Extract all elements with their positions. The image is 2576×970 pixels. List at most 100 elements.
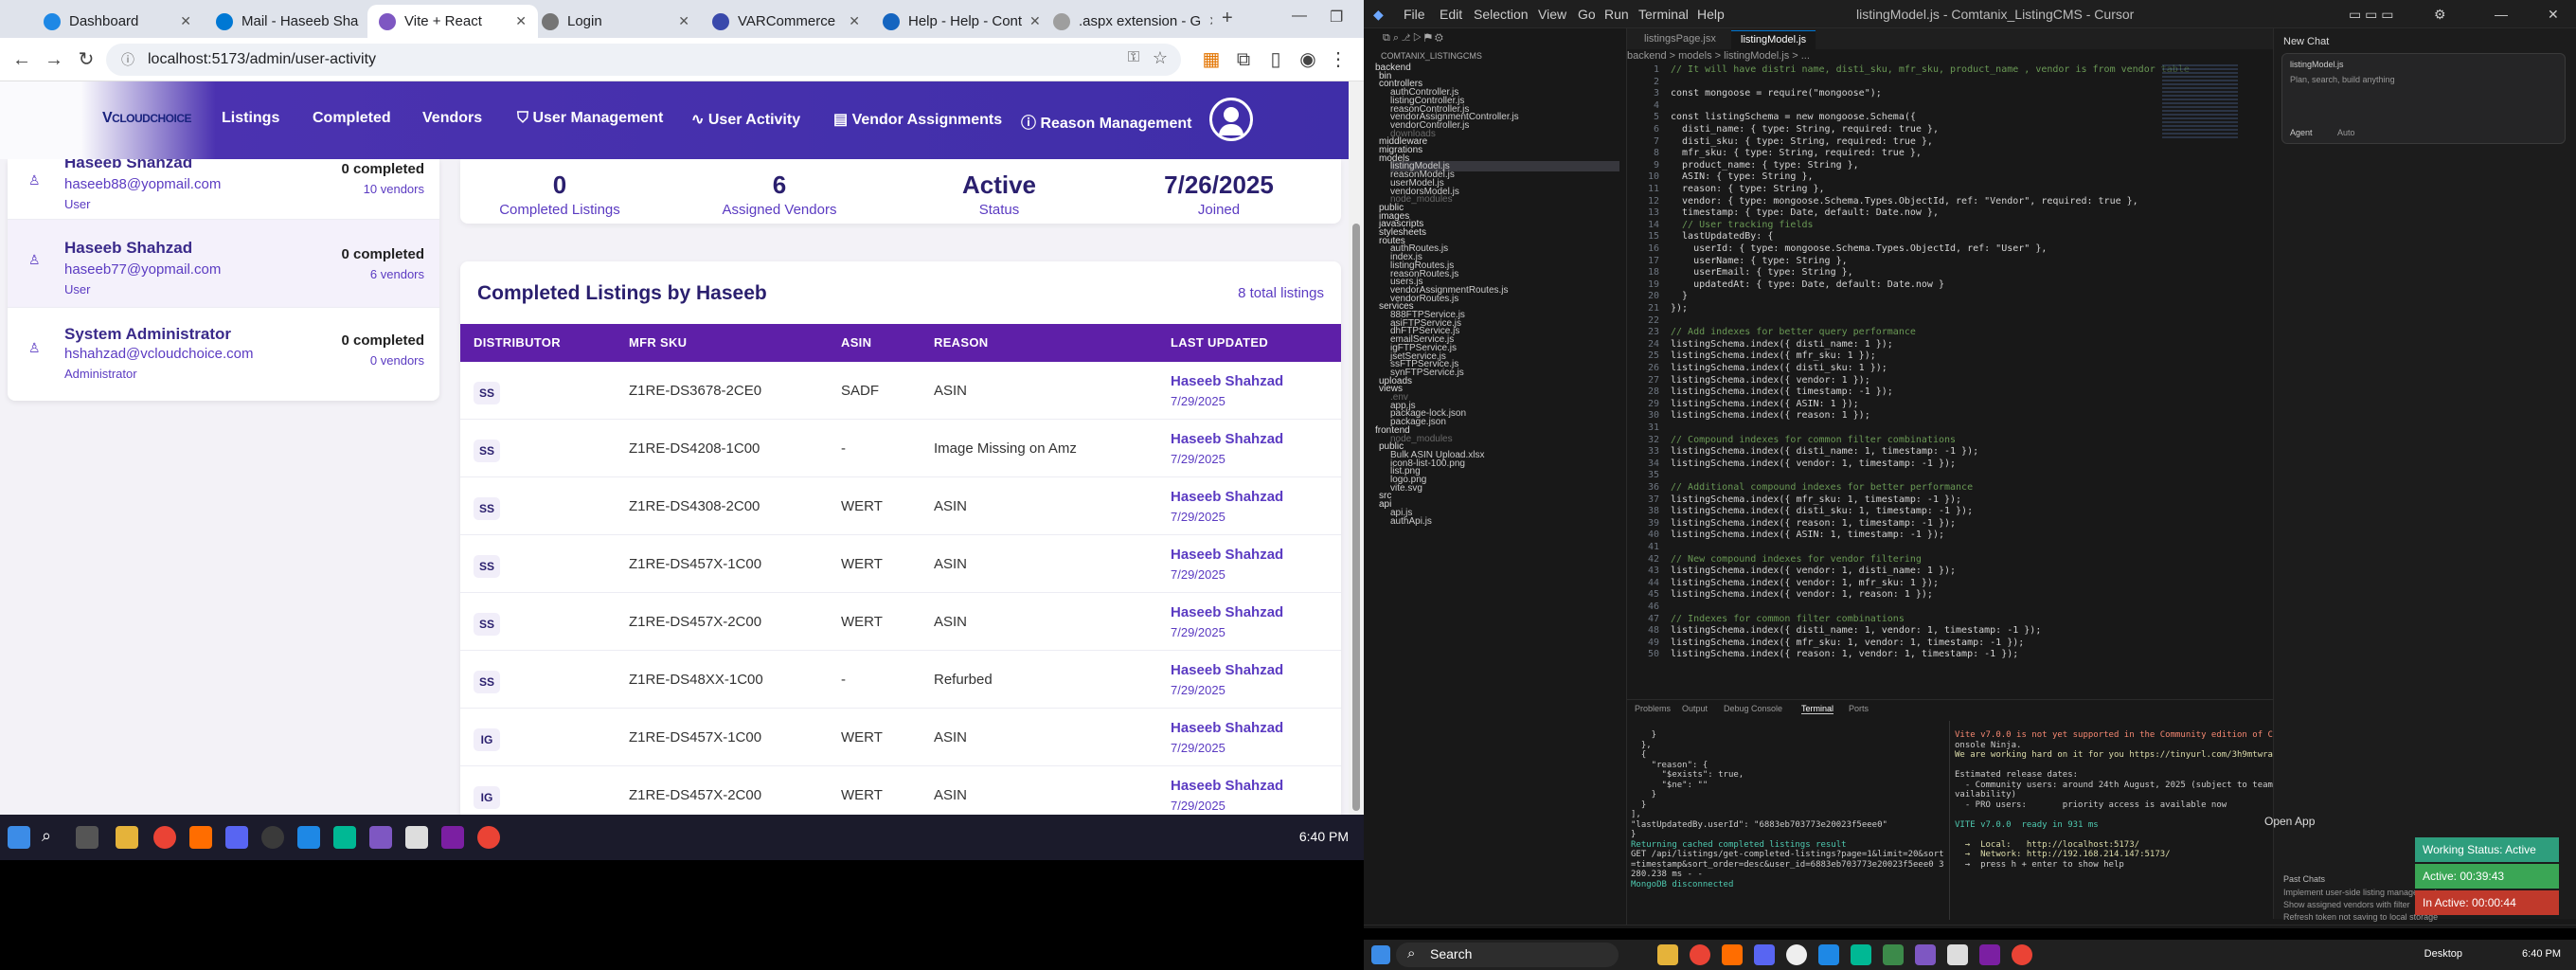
status-item[interactable]: Haseeb, 5 days ago <box>1610 927 1677 928</box>
close-tab-icon[interactable]: ✕ <box>508 13 527 29</box>
status-item[interactable]: Background Agents <box>1371 927 1437 928</box>
back-icon[interactable]: ← <box>8 45 36 74</box>
code-editor[interactable]: 1 // It will have distri name, disti_sku,… <box>1627 64 2233 697</box>
updated-by-link[interactable]: Haseeb Shahzad <box>1171 489 1283 505</box>
updated-by-link[interactable]: Haseeb Shahzad <box>1171 604 1283 620</box>
menu-file[interactable]: File <box>1404 7 1425 22</box>
nav-user-management[interactable]: ⛉ User Management <box>517 110 663 127</box>
panel-tab-ports[interactable]: Ports <box>1849 704 1869 713</box>
address-bar[interactable]: ⓘ localhost:5173/admin/user-activity ⚿ ☆ <box>106 44 1181 76</box>
status-item[interactable]: Spaces: 2 <box>1818 927 1852 928</box>
reload-icon[interactable]: ↻ <box>72 45 100 74</box>
chrome-icon[interactable] <box>153 826 176 849</box>
browser-tab[interactable]: .aspx extension - G✕ <box>1042 5 1212 38</box>
status-item[interactable]: {} JavaScript <box>1941 927 1984 928</box>
github-icon[interactable] <box>1786 944 1807 965</box>
table-row[interactable]: SS Z1RE-DS457X-1C00 WERT ASIN Haseeb Shahzad… <box>460 535 1341 593</box>
password-key-icon[interactable]: ⚿ <box>1128 49 1139 66</box>
table-row[interactable]: SS Z1RE-DS457X-2C00 WERT ASIN Haseeb Shahzad… <box>460 593 1341 651</box>
editor-tab[interactable]: listingsPage.jsx <box>1635 30 1726 49</box>
close-tab-icon[interactable]: ✕ <box>671 13 689 29</box>
restore-icon[interactable]: ❐ <box>1330 8 1343 27</box>
file-explorer-icon[interactable] <box>1657 944 1678 965</box>
github-icon[interactable] <box>261 826 284 849</box>
cursor-app-icon[interactable] <box>405 826 428 849</box>
column-header[interactable]: MFR SKU <box>629 335 687 350</box>
table-row[interactable]: IG Z1RE-DS457X-1C00 WERT ASIN Haseeb Shahzad… <box>460 709 1341 766</box>
user-avatar-button[interactable] <box>1209 98 1253 141</box>
close-tab-icon[interactable]: ✕ <box>1022 13 1041 29</box>
close-icon[interactable]: ✕ <box>2548 7 2559 23</box>
close-tab-icon[interactable]: ✕ <box>172 13 191 29</box>
layout-icon[interactable]: ▭ ▭ ▭ <box>2349 7 2393 23</box>
open-app-button[interactable]: Open App <box>2264 815 2315 828</box>
status-item[interactable]: Git Graph <box>1563 927 1596 928</box>
profile-icon[interactable]: ◉ <box>1294 45 1322 74</box>
browser-tab[interactable]: Login ✕ <box>530 5 701 38</box>
site-info-icon[interactable]: ⓘ <box>121 50 134 69</box>
browser-tab[interactable]: Mail - Haseeb Sha✕ <box>205 5 375 38</box>
updated-by-link[interactable]: Haseeb Shahzad <box>1171 778 1283 794</box>
nav-user-activity[interactable]: ∿ User Activity <box>691 110 800 129</box>
browser-tab[interactable]: Dashboard ✕ <box>32 5 203 38</box>
whatsapp-icon[interactable] <box>333 826 356 849</box>
column-header[interactable]: REASON <box>934 335 988 350</box>
table-row[interactable]: SS Z1RE-DS3678-2CE0 SADF ASIN Haseeb Shahzad… <box>460 362 1341 420</box>
status-item[interactable]: Go Live <box>2008 927 2034 928</box>
extensions-puzzle-icon[interactable]: ⧉ <box>1229 45 1258 74</box>
vscode-icon[interactable] <box>369 826 392 849</box>
panel-tab-debug-console[interactable]: Debug Console <box>1724 704 1782 713</box>
column-header[interactable]: DISTRIBUTOR <box>474 335 561 350</box>
terminal-frontend[interactable]: Vite v7.0.0 is not yet supported in the … <box>1955 721 2273 920</box>
editor-tab-active[interactable]: listingModel.js <box>1731 30 1816 49</box>
table-row[interactable]: SS Z1RE-DS48XX-1C00 - Refurbed Haseeb Shahza… <box>460 651 1341 709</box>
edge-icon[interactable] <box>297 826 320 849</box>
browser-tab[interactable]: Help - Help - Cont ✕ <box>871 5 1042 38</box>
agent-mode-dropdown[interactable]: Agent <box>2290 128 2313 137</box>
table-row[interactable]: SS Z1RE-DS4208-1C00 - Image Missing on Amz H… <box>460 420 1341 477</box>
menu-go[interactable]: Go <box>1578 7 1596 22</box>
task-view-icon[interactable] <box>76 826 98 849</box>
close-tab-icon[interactable]: ✕ <box>1201 13 1212 29</box>
chrome-icon[interactable] <box>2012 944 2032 965</box>
discord-icon[interactable] <box>225 826 248 849</box>
chat-input-box[interactable]: listingModel.js Plan, search, build anyt… <box>2281 53 2566 144</box>
windows-start-icon[interactable] <box>1371 945 1390 964</box>
terminal-backend[interactable]: } }, { "reason": { "$exists": true, "$ne… <box>1631 721 1943 920</box>
menu-view[interactable]: View <box>1538 7 1566 22</box>
browser-menu-icon[interactable]: ⋮ <box>1324 45 1352 74</box>
excel-icon[interactable] <box>1883 944 1904 965</box>
user-list-item-selected[interactable]: ♙ Haseeb Shahzad haseeb77@yopmail.com Us… <box>8 220 439 308</box>
minimize-icon[interactable]: — <box>1292 8 1307 25</box>
nav-reason-management[interactable]: ⓘ Reason Management <box>1021 110 1192 133</box>
panel-tab-terminal[interactable]: Terminal <box>1801 704 1834 714</box>
status-item[interactable]: UTF-8 <box>1866 927 1887 928</box>
status-item[interactable]: 0 ⓘ 0 ⚠ 0 <box>1506 927 1542 928</box>
menu-help[interactable]: Help <box>1697 7 1725 22</box>
nav-vendor-assignments[interactable]: ▤ Vendor Assignments <box>833 110 1002 129</box>
menu-edit[interactable]: Edit <box>1440 7 1462 22</box>
status-item[interactable]: CRLF <box>1904 927 1923 928</box>
status-item[interactable]: Prettier <box>2065 927 2089 928</box>
onenote-icon[interactable] <box>441 826 464 849</box>
menu-terminal[interactable]: Terminal <box>1638 7 1689 22</box>
table-row[interactable]: SS Z1RE-DS4308-2C00 WERT ASIN Haseeb Shahzad… <box>460 477 1341 535</box>
terminal-split-divider[interactable] <box>1949 721 1950 920</box>
firefox-icon[interactable] <box>189 826 212 849</box>
past-chat-item[interactable]: Show assigned vendors with filter <box>2283 900 2410 909</box>
cursor-app-icon[interactable] <box>1947 944 1968 965</box>
forward-icon[interactable]: → <box>40 45 68 74</box>
column-header[interactable]: LAST UPDATED <box>1171 335 1268 350</box>
explorer-toolbar-icons[interactable]: ⧉ ⌕ ⎇ ▷ ⚑ ⚙ <box>1383 32 1443 45</box>
search-icon[interactable]: ⌕ <box>42 826 64 849</box>
updated-by-link[interactable]: Haseeb Shahzad <box>1171 720 1283 736</box>
breadcrumb[interactable]: backend > models > listingModel.js > ... <box>1627 50 1810 62</box>
minimap[interactable] <box>2162 64 2238 140</box>
close-tab-icon[interactable]: ✕ <box>841 13 860 29</box>
taskbar-search[interactable]: ⌕ Search <box>1396 943 1619 967</box>
scrollbar-thumb[interactable] <box>1352 224 1360 811</box>
firefox-icon[interactable] <box>1722 944 1743 965</box>
updated-by-link[interactable]: Haseeb Shahzad <box>1171 373 1283 389</box>
user-list-item[interactable]: ♙ System Administrator hshahzad@vcloudch… <box>8 308 439 401</box>
nav-listings[interactable]: Listings <box>222 110 279 127</box>
